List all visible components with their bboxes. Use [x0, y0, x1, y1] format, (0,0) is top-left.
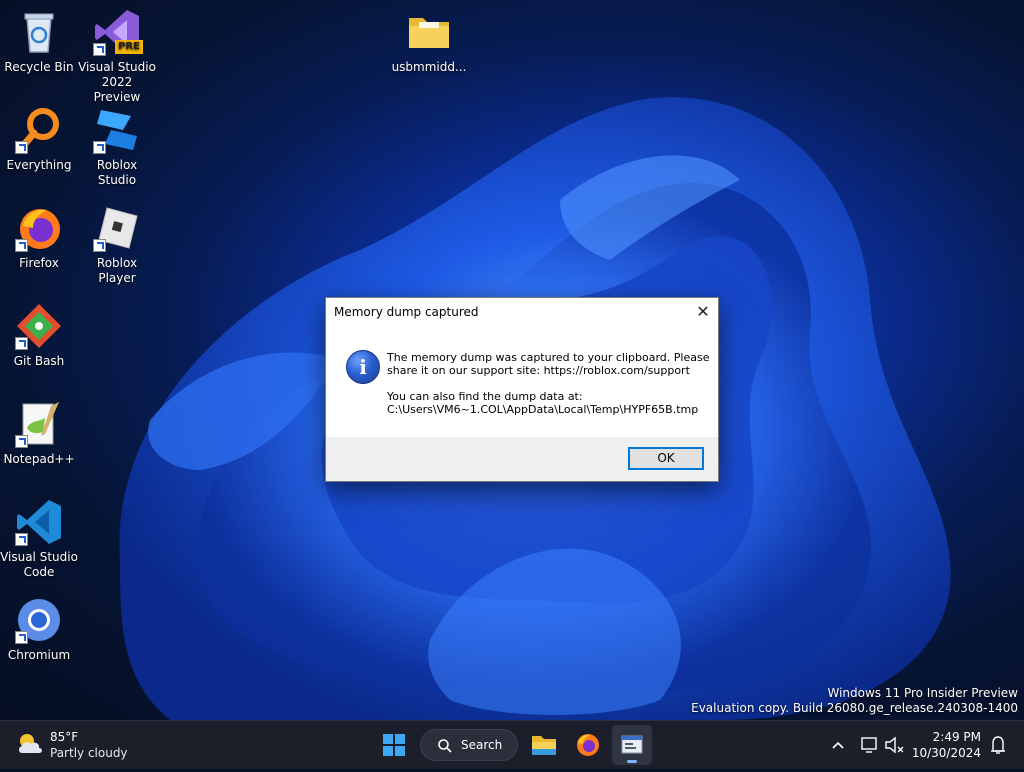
weather-temperature: 85°F: [50, 730, 79, 744]
desktop-icon-label: usbmmidd...: [391, 60, 467, 74]
notification-bell-icon: [991, 736, 1005, 754]
clock[interactable]: 2:49 PM 10/30/2024: [912, 729, 981, 761]
desktop-icon-recycle-bin[interactable]: Recycle Bin: [0, 8, 78, 75]
search-label: Search: [461, 738, 503, 752]
folder-icon: [405, 8, 453, 56]
file-explorer-icon: [532, 736, 556, 755]
shortcut-arrow-icon: [93, 141, 106, 154]
git-bash-icon: [15, 302, 63, 350]
weather-widget[interactable]: 85°F Partly cloudy: [16, 728, 146, 762]
notifications-button[interactable]: [986, 721, 1010, 769]
shortcut-arrow-icon: [93, 43, 106, 56]
shortcut-arrow-icon: [15, 141, 28, 154]
dialog-footer: OK: [326, 437, 718, 481]
desktop-icon-notepad-plus-plus[interactable]: Notepad++: [0, 400, 78, 467]
visual-studio-icon: PRE: [93, 8, 143, 56]
everything-search-icon: [15, 106, 63, 154]
active-app-button[interactable]: [612, 725, 652, 765]
dialog-title-bar[interactable]: Memory dump captured ✕: [326, 298, 718, 326]
shortcut-arrow-icon: [93, 239, 106, 252]
dialog-message-line: You can also find the dump data at:: [387, 390, 583, 403]
start-button[interactable]: [374, 725, 414, 765]
desktop-icon-label: Everything: [6, 158, 72, 172]
desktop-icon-firefox[interactable]: Firefox: [0, 204, 78, 271]
dialog-message-line: The memory dump was captured to your cli…: [387, 351, 710, 364]
firefox-icon: [577, 734, 599, 756]
desktop-icon-chromium[interactable]: Chromium: [0, 596, 78, 663]
shortcut-arrow-icon: [15, 631, 28, 644]
dialog-message-line: share it on our support site: https://ro…: [387, 364, 690, 377]
taskbar-search[interactable]: Search: [420, 729, 518, 761]
shortcut-arrow-icon: [15, 533, 28, 546]
quick-settings-button[interactable]: [858, 721, 908, 769]
shortcut-arrow-icon: [15, 337, 28, 350]
dialog-title: Memory dump captured: [334, 305, 479, 319]
active-indicator: [627, 760, 637, 763]
preview-badge: PRE: [115, 40, 143, 54]
info-icon: i: [346, 350, 380, 384]
desktop-icon-visual-studio-2022-preview[interactable]: PRE Visual Studio 2022 Preview: [78, 8, 156, 105]
close-icon: ✕: [696, 302, 710, 321]
firefox-taskbar-button[interactable]: [568, 725, 608, 765]
desktop-icon-label: Notepad++: [3, 452, 75, 466]
chromium-icon: [15, 596, 63, 644]
desktop-icon-git-bash[interactable]: Git Bash: [0, 302, 78, 369]
vscode-icon: [15, 498, 63, 546]
app-window-icon: [621, 735, 643, 754]
clock-time: 2:49 PM: [932, 730, 981, 744]
taskbar: 85°F Partly cloudy Search 2:49 PM 10/30/…: [0, 720, 1024, 769]
memory-dump-dialog: Memory dump captured ✕ i The memory dump…: [325, 297, 719, 482]
desktop-icon-label: Roblox Studio: [96, 158, 138, 187]
desktop-icon-roblox-player[interactable]: Roblox Player: [78, 204, 156, 286]
desktop-icon-label: Git Bash: [13, 354, 65, 368]
show-hidden-icons-button[interactable]: [826, 721, 850, 769]
ok-button[interactable]: OK: [628, 447, 704, 470]
dialog-message-path: C:\Users\VM6~1.COL\AppData\Local\Temp\HY…: [387, 403, 699, 416]
desktop-icon-label: Roblox Player: [96, 256, 138, 285]
windows-logo-icon: [383, 734, 405, 756]
chevron-up-icon: [832, 741, 844, 749]
desktop-icon-everything[interactable]: Everything: [0, 106, 78, 173]
clock-date: 10/30/2024: [911, 746, 981, 760]
evaluation-watermark: Windows 11 Pro Insider Preview Evaluatio…: [691, 686, 1018, 716]
roblox-player-icon: [93, 204, 141, 252]
desktop-icon-label: Visual Studio 2022 Preview: [78, 60, 156, 104]
desktop-icon-usbmmidd[interactable]: usbmmidd...: [390, 8, 468, 75]
dialog-body: i The memory dump was captured to your c…: [326, 326, 718, 437]
file-explorer-button[interactable]: [524, 725, 564, 765]
desktop-icon-label: Firefox: [19, 256, 59, 270]
weather-condition: Partly cloudy: [50, 746, 128, 760]
partly-cloudy-icon: [16, 731, 44, 757]
desktop-icon-visual-studio-code[interactable]: Visual Studio Code: [0, 498, 78, 580]
shortcut-arrow-icon: [15, 435, 28, 448]
roblox-studio-icon: [93, 106, 141, 154]
network-volume-icons: [861, 736, 904, 754]
watermark-line: Evaluation copy. Build 26080.ge_release.…: [691, 701, 1018, 715]
watermark-line: Windows 11 Pro Insider Preview: [827, 686, 1018, 700]
desktop-icon-roblox-studio[interactable]: Roblox Studio: [78, 106, 156, 188]
shortcut-arrow-icon: [15, 239, 28, 252]
search-icon: [438, 739, 452, 753]
desktop-icon-label: Chromium: [7, 648, 71, 662]
desktop-icon-label: Recycle Bin: [4, 60, 74, 74]
notepad-plus-plus-icon: [15, 400, 63, 448]
recycle-bin-icon: [15, 8, 63, 56]
desktop-icon-label: Visual Studio Code: [0, 550, 78, 579]
close-button[interactable]: ✕: [688, 298, 718, 326]
firefox-icon: [15, 204, 63, 252]
